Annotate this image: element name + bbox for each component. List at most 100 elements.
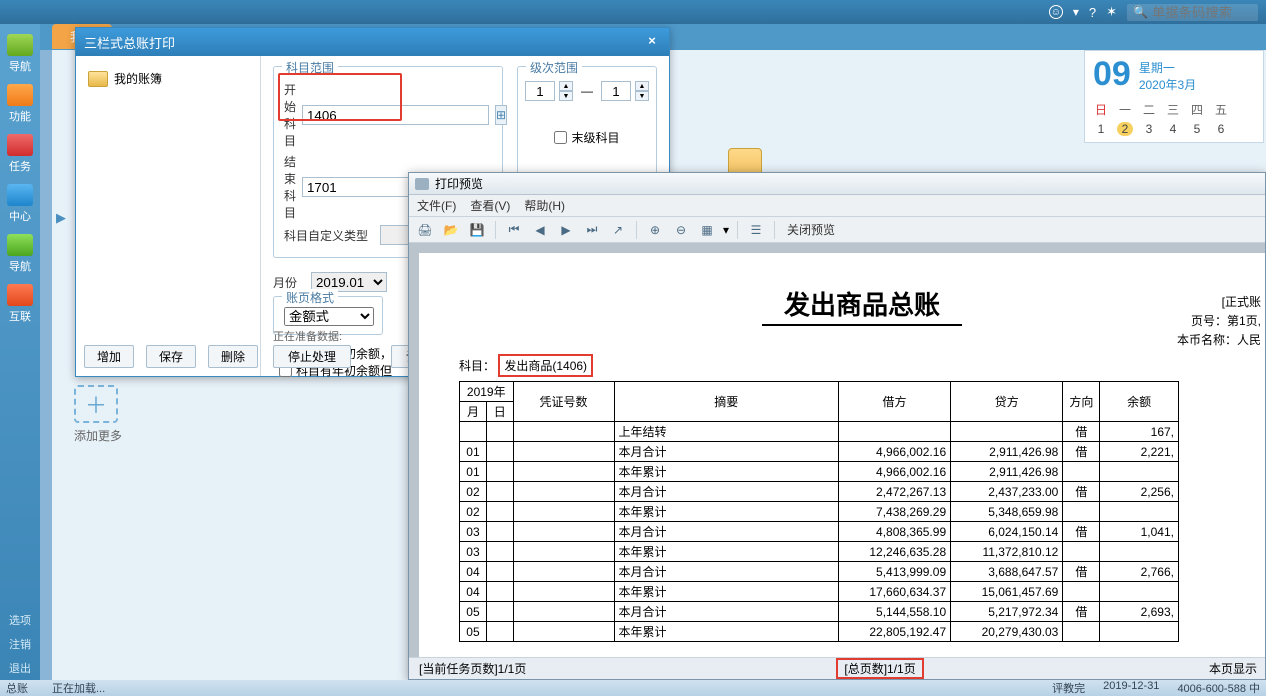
print-preview-window: 打印预览 文件(F) 查看(V) 帮助(H) 🖨 📂 💾 ⏮ ◀ ▶ ⏭ ↗ ⊕… [408, 172, 1266, 680]
titlebar-caret-icon[interactable]: ▾ [1073, 5, 1079, 19]
final-subject-checkbox[interactable] [554, 131, 567, 144]
btn-stop[interactable]: 停止处理 [273, 345, 351, 368]
zoom-in-icon[interactable]: ⊕ [645, 220, 665, 240]
level-to-input[interactable] [601, 81, 631, 101]
spin-up-icon[interactable]: ▲ [635, 81, 649, 91]
status-page-display: 本页显示 [1201, 660, 1265, 677]
page-value: 第1页, [1227, 314, 1261, 328]
th-credit: 贷方 [951, 382, 1063, 422]
rail-function[interactable]: 功能 [3, 80, 37, 128]
plus-icon: ＋ [74, 385, 118, 423]
rail-nav[interactable]: 导航 [3, 30, 37, 78]
add-more-card[interactable]: ＋ 添加更多 [74, 385, 122, 444]
barcode-search-input[interactable] [1152, 5, 1252, 20]
th-direction: 方向 [1063, 382, 1100, 422]
smiley-icon[interactable]: ☺ [1049, 5, 1063, 19]
table-row: 05本月合计5,144,558.105,217,972.34借2,693, [460, 602, 1179, 622]
table-row: 05本年累计22,805,192.4720,279,430.03 [460, 622, 1179, 642]
dialog-titlebar[interactable]: 三栏式总账打印 × [76, 28, 669, 56]
multi-page-icon[interactable]: ▦ [697, 220, 717, 240]
table-row: 01本年累计4,966,002.162,911,426.98 [460, 462, 1179, 482]
rail-task[interactable]: 任务 [3, 130, 37, 178]
level-from-spinner[interactable]: ▲▼ [525, 81, 573, 101]
menu-view[interactable]: 查看(V) [470, 197, 510, 214]
th-summary: 摘要 [614, 382, 838, 422]
rail-options[interactable]: 选项 [3, 608, 37, 632]
calendar-yearmonth: 2020年3月 [1139, 76, 1196, 93]
preview-title: 打印预览 [435, 175, 483, 192]
zoom-caret-icon[interactable]: ▾ [723, 223, 729, 237]
preview-titlebar[interactable]: 打印预览 [409, 173, 1265, 195]
processing-label: 正在准备数据: [273, 328, 342, 344]
dialog-title: 三栏式总账打印 [84, 33, 175, 52]
barcode-search[interactable]: 🔍 [1127, 4, 1258, 21]
menu-file[interactable]: 文件(F) [417, 197, 456, 214]
help-icon[interactable]: ? [1089, 5, 1096, 20]
th-voucher: 凭证号数 [513, 382, 614, 422]
spin-down-icon[interactable]: ▼ [559, 91, 573, 101]
app-titlebar: ☺ ▾ ? ✶ 🔍 [0, 0, 1266, 24]
app-statusbar: 总账 正在加载... 评教完 2019-12-31 4006-600-588 中 [0, 680, 1266, 696]
close-preview-button[interactable]: 关闭预览 [783, 221, 839, 238]
spin-down-icon[interactable]: ▼ [635, 91, 649, 101]
zoom-out-icon[interactable]: ⊖ [671, 220, 691, 240]
th-debit: 借方 [838, 382, 950, 422]
status-loading: 正在加载... [52, 680, 105, 696]
btn-add[interactable]: 增加 [84, 345, 134, 368]
preview-toolbar: 🖨 📂 💾 ⏮ ◀ ▶ ⏭ ↗ ⊕ ⊖ ▦ ▾ ☰ 关闭预览 [409, 217, 1265, 243]
rail-interconnect[interactable]: 互联 [3, 280, 37, 328]
rail-exit[interactable]: 退出 [3, 656, 37, 680]
menu-help[interactable]: 帮助(H) [524, 197, 565, 214]
left-rail: 导航 功能 任务 中心 导航 互联 选项 注销 退出 [0, 24, 40, 680]
status-date: 2019-12-31 [1103, 680, 1159, 696]
preview-page-area[interactable]: 发出商品总账 [正式账 页号：第1页, 本币名称：人民 科目： 发出商品(140… [409, 243, 1265, 657]
folder-icon [88, 71, 108, 87]
bug-icon[interactable]: ✶ [1106, 4, 1117, 20]
doc-title: 发出商品总账 [762, 273, 962, 325]
goto-page-icon[interactable]: ↗ [608, 220, 628, 240]
level-from-input[interactable] [525, 81, 555, 101]
add-more-label: 添加更多 [74, 427, 122, 444]
prev-page-icon[interactable]: ◀ [530, 220, 550, 240]
btn-delete[interactable]: 删除 [208, 345, 258, 368]
print-icon[interactable]: 🖨 [415, 220, 435, 240]
save-icon[interactable]: 💾 [467, 220, 487, 240]
subject-value: 发出商品(1406) [498, 354, 593, 377]
expand-handle[interactable]: ▶ [56, 210, 66, 226]
search-icon: 🔍 [1133, 5, 1148, 19]
calendar-day: 09 [1093, 57, 1131, 91]
preview-menubar: 文件(F) 查看(V) 帮助(H) [409, 195, 1265, 217]
end-subject-label: 结束科目 [284, 153, 296, 221]
status-r1: 评教完 [1052, 680, 1085, 696]
table-row: 04本年累计17,660,634.3715,061,457.69 [460, 582, 1179, 602]
status-hotline: 4006-600-588 中 [1177, 680, 1260, 696]
rail-logout[interactable]: 注销 [3, 632, 37, 656]
printer-icon [415, 178, 429, 190]
table-row: 04本月合计5,413,999.093,688,647.57借2,766, [460, 562, 1179, 582]
level-to-spinner[interactable]: ▲▼ [601, 81, 649, 101]
final-subject-label: 末级科目 [571, 129, 619, 146]
calendar-week-header: 日一二三四五 [1093, 101, 1255, 118]
page-label: 页号： [1191, 314, 1227, 328]
th-year: 2019年 [460, 382, 514, 402]
lookup-icon[interactable]: ⊞ [495, 105, 507, 125]
next-page-icon[interactable]: ▶ [556, 220, 576, 240]
table-row: 03本月合计4,808,365.996,024,150.14借1,041, [460, 522, 1179, 542]
rail-nav2[interactable]: 导航 [3, 230, 37, 278]
custom-type-label: 科目自定义类型 [284, 227, 374, 244]
btn-save[interactable]: 保存 [146, 345, 196, 368]
mode-label: [正式账 [1177, 293, 1261, 312]
format-select[interactable]: 金额式 [284, 307, 374, 326]
close-icon[interactable]: × [643, 33, 661, 51]
spin-up-icon[interactable]: ▲ [559, 81, 573, 91]
last-page-icon[interactable]: ⏭ [582, 220, 602, 240]
calendar-widget: 09 星期一 2020年3月 日一二三四五 123456 [1084, 50, 1264, 143]
first-page-icon[interactable]: ⏮ [504, 220, 524, 240]
options-icon[interactable]: ☰ [746, 220, 766, 240]
status-module: 总账 [6, 680, 28, 696]
status-current-task: [当前任务页数]1/1页 [409, 660, 536, 677]
currency-label: 本币名称： [1177, 333, 1237, 347]
tree-node-root[interactable]: 我的账簿 [86, 66, 250, 91]
open-icon[interactable]: 📂 [441, 220, 461, 240]
rail-center[interactable]: 中心 [3, 180, 37, 228]
